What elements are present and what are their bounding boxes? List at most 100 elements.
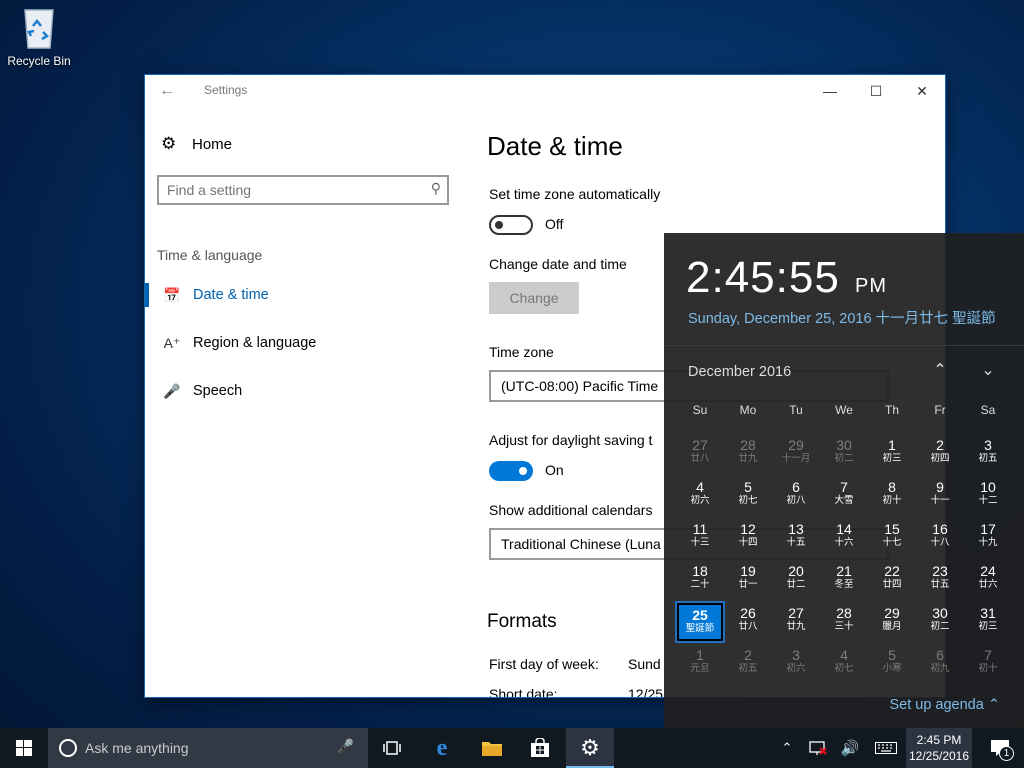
calendar-day[interactable]: 10 十二 — [965, 477, 1011, 515]
taskbar-time: 2:45 PM — [916, 733, 962, 747]
flyout-ampm: PM — [855, 275, 888, 297]
chevron-down-icon[interactable]: ⌄ — [974, 359, 1002, 383]
calendar-lunar-label: 冬至 — [834, 579, 854, 590]
calendar-day[interactable]: 17 十九 — [965, 519, 1011, 557]
calendar-day[interactable]: 30 初二 — [917, 603, 963, 641]
cortana-search-box[interactable]: Ask me anything 🎤 — [48, 728, 368, 768]
calendar-lunar-label: 初二 — [930, 621, 950, 632]
network-status-button[interactable] — [806, 728, 830, 768]
calendar-day[interactable]: 1 元旦 — [677, 645, 723, 683]
windows-logo-icon — [16, 740, 32, 756]
store-button[interactable] — [516, 728, 564, 768]
calendar-day[interactable]: 9 十一 — [917, 477, 963, 515]
calendar-lunar-label: 廿二 — [786, 579, 806, 590]
edge-browser-button[interactable]: e — [418, 728, 466, 768]
calendar-day-number: 28 — [740, 437, 756, 453]
volume-button[interactable]: 🔊 — [838, 728, 862, 768]
nav-home[interactable]: ⚙ Home — [161, 133, 232, 155]
calendar-day[interactable]: 11 十三 — [677, 519, 723, 557]
change-date-button[interactable]: Change — [489, 282, 579, 314]
calendar-day-number: 19 — [740, 563, 756, 579]
calendar-clock-icon: 📅 — [163, 286, 181, 303]
calendar-lunar-label: 初七 — [738, 495, 758, 506]
show-hidden-icons-button[interactable]: ⌃ — [776, 728, 798, 768]
calendar-day[interactable]: 7 大雪 — [821, 477, 867, 515]
search-icon[interactable]: ⚲ — [431, 180, 441, 197]
calendar-day[interactable]: 6 初九 — [917, 645, 963, 683]
settings-search-input[interactable] — [159, 177, 415, 203]
calendar-day[interactable]: 31 初三 — [965, 603, 1011, 641]
nav-group-label: Time & language — [157, 247, 263, 263]
edge-icon: e — [436, 734, 448, 761]
flyout-date-link[interactable]: Sunday, December 25, 2016 十一月廿七 聖誕節 — [688, 307, 996, 328]
calendar-day-number: 12 — [740, 521, 756, 537]
calendar-day[interactable]: 5 初七 — [725, 477, 771, 515]
calendar-day[interactable]: 5 小寒 — [869, 645, 915, 683]
calendar-day[interactable]: 26 廿八 — [725, 603, 771, 641]
calendar-day[interactable]: 27 廿八 — [677, 435, 723, 473]
calendar-day[interactable]: 27 廿九 — [773, 603, 819, 641]
action-center-button[interactable]: 1 — [976, 728, 1024, 768]
calendar-lunar-label: 初八 — [786, 495, 806, 506]
touch-keyboard-button[interactable] — [872, 728, 900, 768]
first-day-value: Sund — [628, 656, 661, 672]
auto-timezone-toggle[interactable] — [489, 215, 533, 235]
chevron-up-icon: ⌃ — [781, 740, 793, 755]
sidebar-item-speech[interactable]: 🎤 Speech — [145, 371, 455, 411]
calendar-day[interactable]: 4 初六 — [677, 477, 723, 515]
calendar-day[interactable]: 18 二十 — [677, 561, 723, 599]
calendar-lunar-label: 廿八 — [690, 453, 710, 464]
calendar-day[interactable]: 6 初八 — [773, 477, 819, 515]
calendar-day[interactable]: 1 初三 — [869, 435, 915, 473]
sidebar-item-region-language[interactable]: A⁺ Region & language — [145, 323, 455, 363]
sidebar-item-date-time[interactable]: 📅 Date & time — [145, 275, 455, 315]
calendar-day[interactable]: 19 廿一 — [725, 561, 771, 599]
calendar-day[interactable]: 14 十六 — [821, 519, 867, 557]
calendar-day[interactable]: 28 廿九 — [725, 435, 771, 473]
calendar-day-number: 17 — [980, 521, 996, 537]
microphone-icon[interactable]: 🎤 — [337, 738, 354, 755]
calendar-lunar-label: 十七 — [882, 537, 902, 548]
calendar-day[interactable]: 29 臘月 — [869, 603, 915, 641]
calendar-day-number: 7 — [984, 647, 992, 663]
file-explorer-button[interactable] — [468, 728, 516, 768]
calendar-day[interactable]: 30 初二 — [821, 435, 867, 473]
calendar-day[interactable]: 3 初五 — [965, 435, 1011, 473]
setup-agenda-link[interactable]: Set up agenda ⌃ — [889, 697, 1000, 713]
calendar-day[interactable]: 12 十四 — [725, 519, 771, 557]
calendar-month-label[interactable]: December 2016 — [688, 364, 791, 380]
auto-timezone-state: Off — [545, 216, 564, 232]
calendar-day[interactable]: 24 廿六 — [965, 561, 1011, 599]
calendar-day[interactable]: 15 十七 — [869, 519, 915, 557]
calendar-day[interactable]: 8 初十 — [869, 477, 915, 515]
calendar-day[interactable]: 7 初十 — [965, 645, 1011, 683]
settings-search-box[interactable]: ⚲ — [157, 175, 449, 205]
chevron-up-icon[interactable]: ⌃ — [926, 359, 954, 383]
calendar-day[interactable]: 23 廿五 — [917, 561, 963, 599]
recycle-bin-shortcut[interactable]: Recycle Bin — [4, 6, 74, 68]
calendar-day[interactable]: 2 初五 — [725, 645, 771, 683]
task-view-button[interactable] — [368, 728, 416, 768]
calendar-day[interactable]: 4 初七 — [821, 645, 867, 683]
weekday-header: Fr — [934, 403, 946, 417]
calendar-day[interactable]: 2 初四 — [917, 435, 963, 473]
calendar-day[interactable]: 3 初六 — [773, 645, 819, 683]
taskbar-clock[interactable]: 2:45 PM 12/25/2016 — [906, 728, 972, 768]
calendar-day[interactable]: 22 廿四 — [869, 561, 915, 599]
back-arrow-icon[interactable]: ← — [159, 81, 179, 101]
calendar-lunar-label: 十一月 — [781, 453, 811, 464]
calendar-lunar-label: 廿八 — [738, 621, 758, 632]
calendar-day[interactable]: 21 冬至 — [821, 561, 867, 599]
calendar-day[interactable]: 16 十八 — [917, 519, 963, 557]
calendar-day[interactable]: 20 廿二 — [773, 561, 819, 599]
calendar-day[interactable]: 13 十五 — [773, 519, 819, 557]
timezone-label: Time zone — [489, 344, 554, 360]
start-button[interactable] — [0, 728, 48, 768]
short-date-value: 12/25 — [628, 686, 664, 697]
dst-toggle[interactable] — [489, 461, 533, 481]
calendar-lunar-label: 廿九 — [738, 453, 758, 464]
calendar-day[interactable]: 28 三十 — [821, 603, 867, 641]
calendar-day-today[interactable]: 25 聖誕節 — [675, 601, 725, 643]
settings-taskbar-button[interactable]: ⚙ — [566, 728, 614, 768]
calendar-day[interactable]: 29 十一月 — [773, 435, 819, 473]
